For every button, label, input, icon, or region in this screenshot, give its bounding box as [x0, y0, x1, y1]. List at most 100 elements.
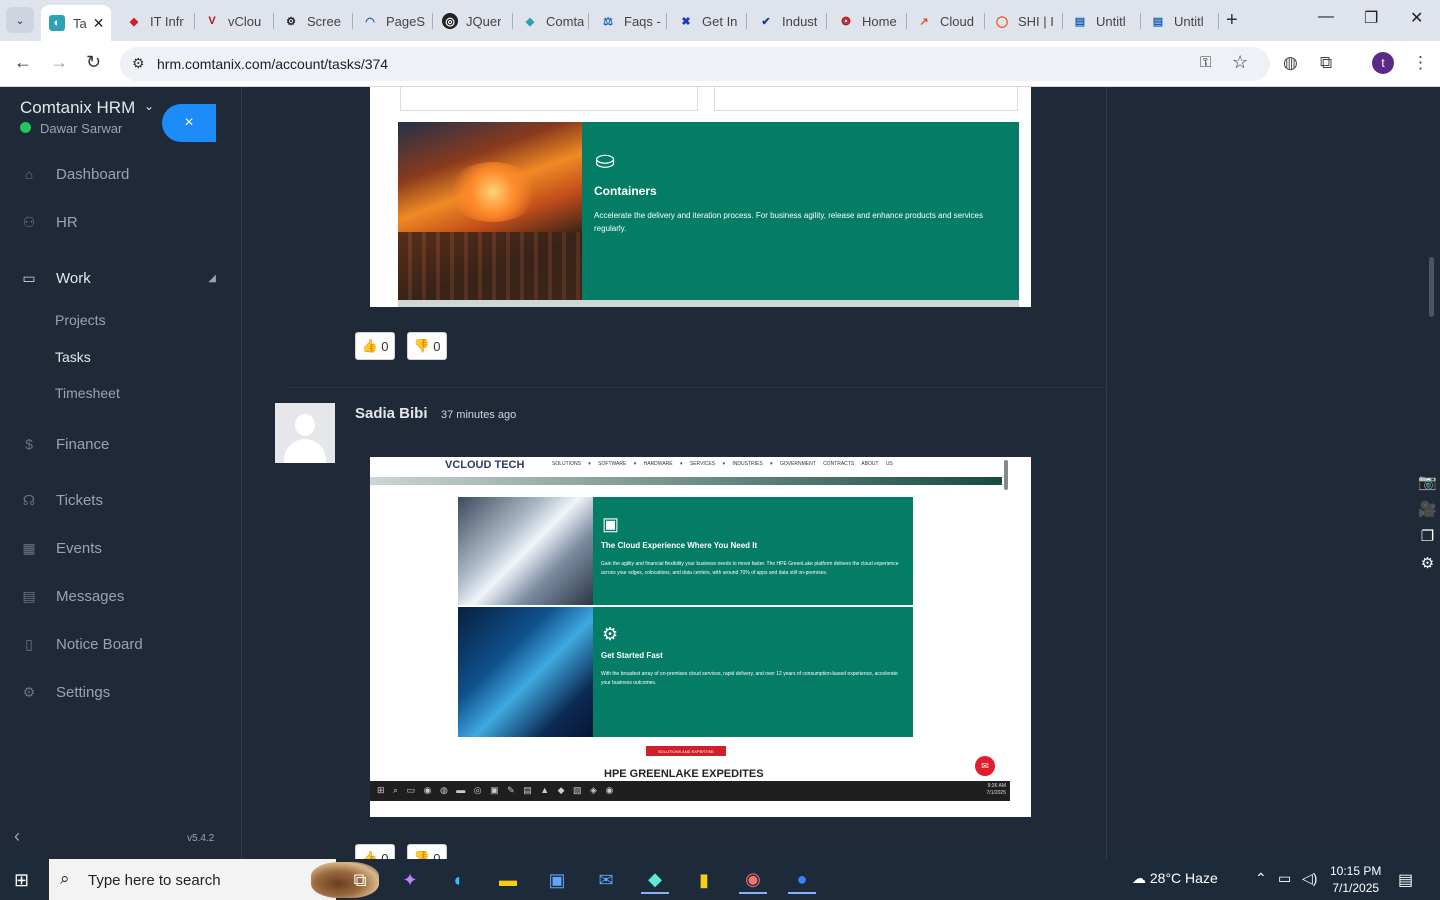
forward-button[interactable]: → [50, 52, 68, 73]
gear-icon: ⚙ [22, 683, 36, 700]
reload-button[interactable]: ↻ [86, 52, 101, 73]
zoom-icon[interactable]: ● [788, 866, 816, 894]
sidebar-item-hr[interactable]: ⚇ HR [0, 207, 216, 237]
weather-widget[interactable]: ☁ 28°C Haze [1132, 870, 1218, 887]
copilot-icon[interactable]: ✦ [396, 866, 424, 894]
tab-shi[interactable]: ◯ SHI | I [986, 6, 1060, 36]
comment-author: Sadia Bibi [355, 405, 428, 422]
sticky-notes-icon[interactable]: ▮ [690, 866, 718, 894]
clipboard-icon: ▯ [25, 635, 33, 652]
task-comments-area: ⛀ Containers Accelerate the delivery and… [216, 87, 1440, 859]
like-button[interactable]: 👍 0 [355, 332, 395, 360]
tab-it-infra[interactable]: ◆ IT Infr [118, 6, 190, 36]
notification-icon[interactable]: ▤ [1398, 870, 1413, 890]
collapse-sidebar-icon[interactable]: ‹ [14, 826, 20, 847]
profile-avatar[interactable]: t [1372, 52, 1394, 74]
sidebar-subitem-tasks[interactable]: Tasks [55, 349, 91, 365]
camera-icon[interactable]: 📷 [1415, 473, 1440, 491]
sidebar-item-notice-board[interactable]: ▯ Notice Board [0, 629, 216, 659]
sidebar-subitem-timesheet[interactable]: Timesheet [55, 385, 120, 401]
tab-faqs[interactable]: ⚖ Faqs - [592, 6, 664, 36]
tab-search-button[interactable]: ⌄ [6, 7, 34, 33]
windows-start-icon[interactable]: ⊞ [14, 870, 29, 891]
sidebar-item-work[interactable]: ▭ Work ◢ [0, 263, 216, 293]
settings-icon[interactable]: ⚙ [1415, 554, 1440, 572]
sidebar: Comtanix HRM ⌄ Dawar Sarwar × ⌂ Dashboar… [0, 87, 222, 859]
gears-card-icon: ⚙ [602, 624, 619, 644]
back-button[interactable]: ← [14, 52, 32, 73]
comtanix-favicon-icon: ◐ [49, 15, 65, 31]
tab-untitled-2[interactable]: ▤ Untitl [1142, 6, 1216, 36]
tab-cloud[interactable]: ↗ Cloud [908, 6, 982, 36]
new-tab-button[interactable]: + [1226, 9, 1238, 32]
brand-name[interactable]: Comtanix HRM [20, 98, 135, 118]
window-icon[interactable]: ❐ [1415, 527, 1440, 545]
site-info-icon[interactable]: ⚙ [132, 55, 145, 72]
store-icon[interactable]: ▣ [543, 866, 571, 894]
comment-attachment-image[interactable]: ⛀ Containers Accelerate the delivery and… [370, 87, 1031, 307]
volume-icon[interactable]: ◁) [1302, 870, 1317, 887]
thumbs-down-icon: 👎 [413, 850, 430, 859]
tab-jquery[interactable]: ◎ JQuer [434, 6, 510, 36]
like-button[interactable]: 👍 0 [355, 844, 395, 859]
tab-comtanix[interactable]: ◆ Comta [514, 6, 586, 36]
home-icon: ⌂ [24, 166, 34, 182]
dislike-button[interactable]: 👎 0 [407, 844, 447, 859]
bookmark-star-icon[interactable]: ☆ [1232, 52, 1248, 73]
check-favicon-icon: ✔ [761, 15, 771, 28]
tab-home[interactable]: ❂ Home [830, 6, 904, 36]
site-menu: SOLUTIONS ▾ SOFTWARE ▾ HARDWARE ▾ SERVIC… [552, 461, 893, 467]
browser-toolbar: ← → ↻ ⚙ hrm.comtanix.com/account/tasks/3… [0, 41, 1440, 87]
dislike-button[interactable]: 👎 0 [407, 332, 447, 360]
thumbs-down-icon: 👎 [413, 338, 430, 353]
close-window-button[interactable]: ✕ [1410, 8, 1423, 28]
doc-favicon-icon: ▤ [1074, 15, 1086, 28]
sidebar-item-finance[interactable]: $ Finance [0, 429, 216, 459]
chrome-menu-icon[interactable]: ⋮ [1412, 53, 1429, 73]
tray-chevron-icon[interactable]: ⌃ [1255, 870, 1267, 887]
sidebar-item-tickets[interactable]: ☊ Tickets [0, 485, 216, 515]
app-diamond-icon[interactable]: ◆ [641, 866, 669, 894]
tab-screen[interactable]: ⚙ Scree [275, 6, 349, 36]
tab-tasks[interactable]: ◐ Ta ✕ [41, 5, 111, 41]
dollar-icon: $ [25, 436, 33, 452]
ring-favicon-icon: ◯ [995, 15, 1009, 28]
comment-attachment-image[interactable]: VCLOUD TECH SOLUTIONS ▾ SOFTWARE ▾ HARDW… [370, 457, 1031, 817]
video-icon[interactable]: 🎥 [1415, 500, 1440, 518]
taskbar-thumbnail-icons: ⊞ ⌕ ▭ ◉ ◍ ▬ ◎ ▣ ✎ ▤ ▲ ◆ ▧ ◈ ◉ [377, 785, 614, 795]
address-bar[interactable]: ⚙ hrm.comtanix.com/account/tasks/374 ⚿ ☆ [120, 47, 1270, 81]
system-clock[interactable]: 10:15 PM 7/1/2025 [1330, 863, 1381, 897]
mail-icon[interactable]: ✉ [592, 866, 620, 894]
tab-close-icon[interactable]: ✕ [93, 15, 105, 32]
chevron-down-icon[interactable]: ⌄ [144, 99, 154, 113]
briefcase-icon: ▭ [22, 269, 36, 286]
tab-get-in[interactable]: ✖ Get In [670, 6, 744, 36]
translate-icon[interactable]: ◍ [1283, 53, 1298, 73]
extensions-icon[interactable]: ⧉ [1320, 53, 1332, 73]
sidebar-item-settings[interactable]: ⚙ Settings [0, 677, 216, 707]
tab-industries[interactable]: ✔ Indust [750, 6, 824, 36]
file-explorer-icon[interactable]: ▬ [494, 866, 522, 894]
headset-icon: ☊ [22, 491, 36, 508]
taskbar-search[interactable]: ⌕ Type here to search [49, 859, 379, 900]
url-text[interactable]: hrm.comtanix.com/account/tasks/374 [157, 56, 388, 72]
page-scrollbar[interactable] [1429, 257, 1434, 317]
network-icon[interactable]: ▭ [1278, 870, 1291, 887]
tab-untitled-1[interactable]: ▤ Untitl [1064, 6, 1138, 36]
sidebar-subitem-projects[interactable]: Projects [55, 312, 106, 328]
chrome-icon[interactable]: ◉ [739, 866, 767, 894]
tag-favicon-icon: ◆ [129, 15, 139, 28]
minimize-button[interactable]: — [1318, 8, 1334, 26]
tab-vcloud[interactable]: V vClou [196, 6, 270, 36]
close-sidebar-button[interactable]: × [162, 104, 222, 142]
restore-button[interactable]: ❐ [1364, 8, 1378, 28]
sidebar-item-dashboard[interactable]: ⌂ Dashboard [0, 159, 216, 189]
password-key-icon[interactable]: ⚿ [1200, 54, 1211, 71]
sidebar-item-messages[interactable]: ▤ Messages [0, 581, 216, 611]
scale-favicon-icon: ⚖ [603, 15, 613, 28]
task-view-icon[interactable]: ⧉ [346, 866, 374, 894]
vcloud-logo: VCLOUD TECH [445, 459, 525, 471]
tab-pages[interactable]: ◠ PageS [354, 6, 430, 36]
sidebar-item-events[interactable]: ▦ Events [0, 533, 216, 563]
edge-icon[interactable]: ◐ [445, 866, 473, 894]
